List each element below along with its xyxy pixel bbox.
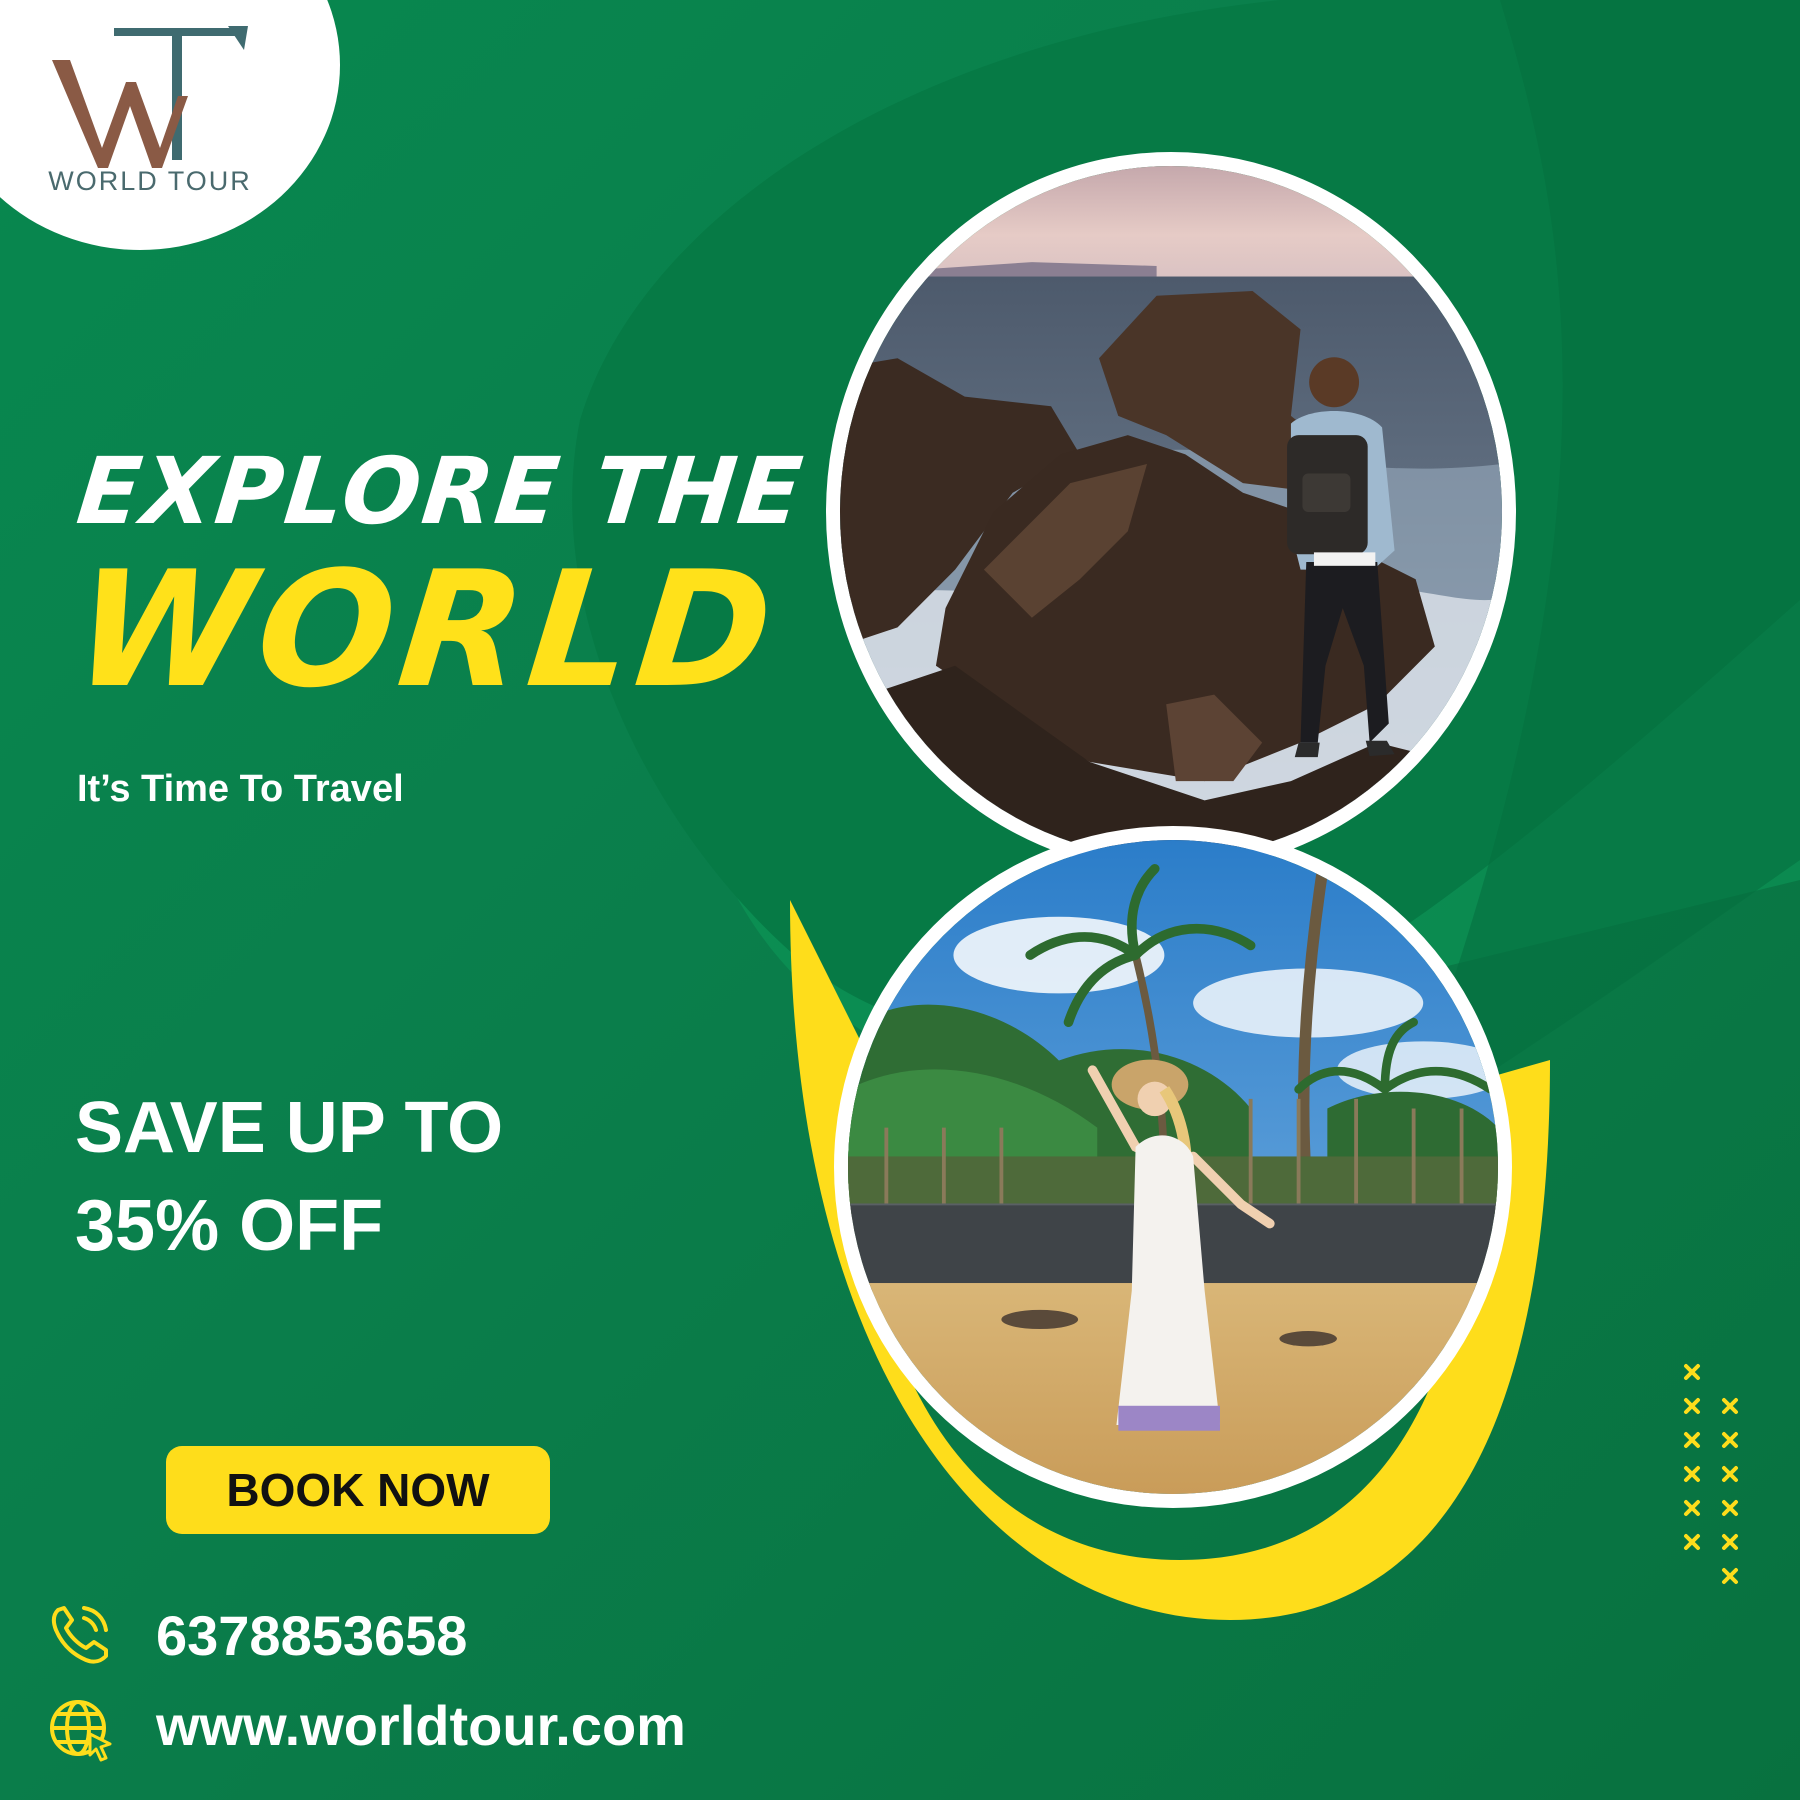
tagline: It’s Time To Travel — [77, 768, 404, 810]
decorative-crosses — [1684, 1364, 1738, 1584]
headline-line2: WORLD — [66, 536, 787, 723]
phone-icon — [51, 1606, 108, 1664]
offer-line2: 35% OFF — [75, 1186, 384, 1266]
offer-line1: SAVE UP TO — [75, 1088, 504, 1168]
coastal-cliffs-image — [840, 166, 1502, 858]
tropical-beach-image — [848, 840, 1498, 1494]
phone-number[interactable]: 6378853658 — [156, 1608, 467, 1664]
travel-ad-banner: WORLD TOUR EXPLORE THE WORLD It’s Time T… — [0, 0, 1800, 1800]
logo-wt-icon — [52, 26, 248, 168]
photo-tropical-beach — [834, 826, 1512, 1508]
globe-icon — [50, 1700, 112, 1762]
book-now-button[interactable]: BOOK NOW — [166, 1446, 550, 1534]
headline-line1: EXPLORE THE — [72, 438, 809, 545]
website-link[interactable]: www.worldtour.com — [156, 1698, 686, 1754]
brand-name: WORLD TOUR — [48, 166, 252, 196]
photo-coastal-cliffs — [826, 152, 1516, 872]
